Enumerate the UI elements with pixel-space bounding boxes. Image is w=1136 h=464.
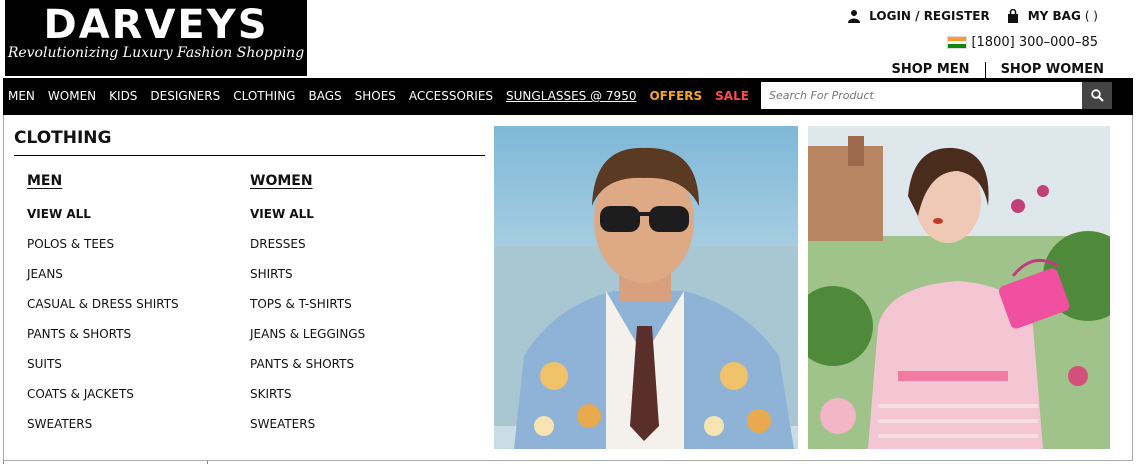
men-polos-tees[interactable]: POLOS & TEES (27, 236, 179, 266)
women-sweaters[interactable]: SWEATERS (250, 416, 365, 446)
search-button[interactable] (1082, 82, 1112, 109)
men-suits[interactable]: SUITS (27, 356, 179, 386)
nav-sunglasses[interactable]: SUNGLASSES @ 7950 (506, 89, 636, 103)
men-sweaters[interactable]: SWEATERS (27, 416, 179, 446)
my-bag-link[interactable]: MY BAG ( ) (1006, 9, 1098, 23)
user-icon (848, 10, 861, 23)
women-jeans-leggings[interactable]: JEANS & LEGGINGS (250, 326, 365, 356)
india-flag-icon (947, 36, 968, 49)
login-register-label: LOGIN / REGISTER (869, 9, 990, 23)
brand-name: DARVEYS (43, 2, 269, 48)
search-icon (1090, 89, 1104, 102)
women-shirts[interactable]: SHIRTS (250, 266, 365, 296)
men-jeans[interactable]: JEANS (27, 266, 179, 296)
search-input[interactable] (761, 82, 1082, 109)
men-casual-dress-shirts[interactable]: CASUAL & DRESS SHIRTS (27, 296, 179, 326)
bag-count: ( ) (1084, 9, 1098, 23)
nav-offers[interactable]: OFFERS (649, 89, 702, 103)
nav-women[interactable]: WOMEN (48, 89, 96, 103)
women-dresses[interactable]: DRESSES (250, 236, 365, 266)
nav-accessories[interactable]: ACCESSORIES (409, 89, 493, 103)
men-pants-shorts[interactable]: PANTS & SHORTS (27, 326, 179, 356)
nav-clothing[interactable]: CLOTHING (233, 89, 295, 103)
nav-men[interactable]: MEN (8, 89, 35, 103)
nav-sale[interactable]: SALE (715, 89, 749, 103)
men-coats-jackets[interactable]: COATS & JACKETS (27, 386, 179, 416)
women-tops-tshirts[interactable]: TOPS & T-SHIRTS (250, 296, 365, 326)
nav-shoes[interactable]: SHOES (355, 89, 396, 103)
divider (984, 62, 986, 78)
women-promo-image[interactable] (808, 126, 1110, 449)
menu-title: CLOTHING (14, 128, 112, 148)
men-column: MEN VIEW ALL POLOS & TEES JEANS CASUAL &… (27, 173, 179, 446)
nav-kids[interactable]: KIDS (109, 89, 137, 103)
search-bar (761, 82, 1112, 109)
my-bag-label: MY BAG (1027, 9, 1081, 23)
bag-icon (1007, 9, 1018, 23)
brand-logo[interactable]: DARVEYS Revolutionizing Luxury Fashion S… (5, 0, 307, 76)
shop-men-link[interactable]: SHOP MEN (892, 62, 970, 78)
nav-bags[interactable]: BAGS (308, 89, 341, 103)
login-register-link[interactable]: LOGIN / REGISTER (847, 9, 990, 23)
women-view-all[interactable]: VIEW ALL (250, 206, 365, 236)
clothing-mega-menu: CLOTHING MEN VIEW ALL POLOS & TEES JEANS… (3, 115, 1133, 461)
women-heading[interactable]: WOMEN (250, 173, 365, 191)
women-skirts[interactable]: SKIRTS (250, 386, 365, 416)
account-links: LOGIN / REGISTER MY BAG ( ) (831, 9, 1098, 23)
shop-links: SHOP MEN SHOP WOMEN (892, 62, 1104, 78)
brand-tagline: Revolutionizing Luxury Fashion Shopping (7, 45, 305, 61)
women-column: WOMEN VIEW ALL DRESSES SHIRTS TOPS & T-S… (250, 173, 365, 446)
phone-number: [1800] 300–000–85 (971, 35, 1098, 50)
men-view-all[interactable]: VIEW ALL (27, 206, 179, 236)
support-phone: [1800] 300–000–85 (947, 35, 1098, 50)
women-pants-shorts[interactable]: PANTS & SHORTS (250, 356, 365, 386)
men-heading[interactable]: MEN (27, 173, 179, 191)
nav-designers[interactable]: DESIGNERS (150, 89, 220, 103)
main-nav: MEN WOMEN KIDS DESIGNERS CLOTHING BAGS S… (3, 78, 1133, 115)
men-promo-image[interactable] (494, 126, 798, 449)
shop-women-link[interactable]: SHOP WOMEN (1001, 62, 1104, 78)
title-divider (14, 155, 485, 156)
